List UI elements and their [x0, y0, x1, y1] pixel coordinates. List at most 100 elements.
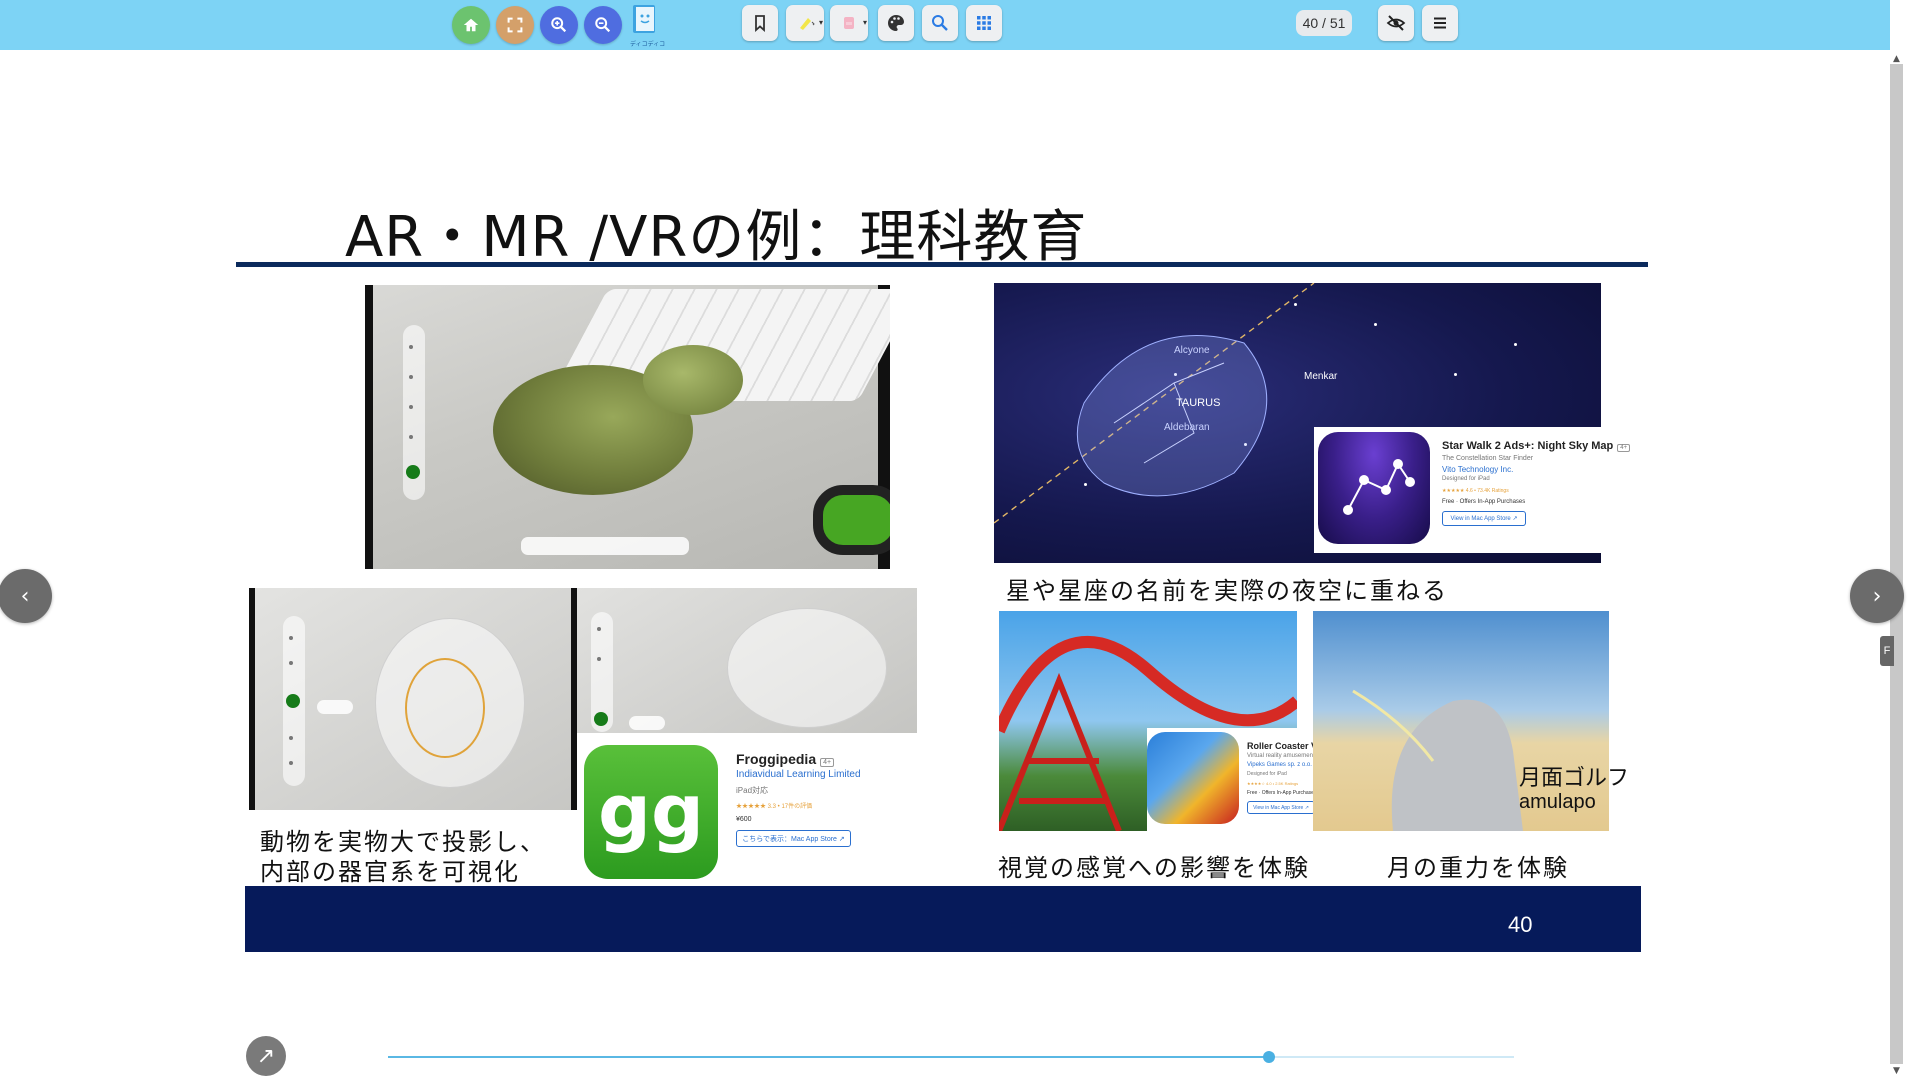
search-icon — [932, 15, 948, 31]
chevron-down-icon: ▾ — [818, 18, 823, 27]
app-logo[interactable]: ディコディコ — [630, 3, 666, 48]
highlighter-icon — [800, 18, 815, 30]
app-name-text: Froggipedia — [736, 751, 817, 767]
slide-footer-band — [245, 886, 1641, 952]
slider-dot — [289, 736, 293, 740]
frog-ar-photo — [365, 285, 890, 569]
layer-slider — [591, 612, 613, 732]
sky-label-taurus: TAURUS — [1176, 397, 1220, 409]
slider-dot — [289, 761, 293, 765]
chevron-left-icon: ‹ — [20, 583, 30, 609]
app-designed-for: Designed for iPad — [1247, 771, 1287, 777]
froggipedia-app-icon: gg — [584, 745, 718, 879]
view-in-app-store-button: View in Mac App Store ↗ — [1247, 801, 1315, 814]
app-price: Free · Offers In-App Purchases — [1247, 790, 1317, 796]
slider-knob — [594, 712, 608, 726]
app-name-text: Star Walk 2 Ads+: Night Sky Map — [1442, 440, 1614, 452]
app-name: Froggipedia 4+ — [736, 751, 835, 767]
thumbnail-grid-button[interactable] — [966, 5, 1002, 41]
side-panel-tab[interactable]: F — [1880, 636, 1894, 666]
home-icon — [463, 18, 479, 32]
zoom-out-icon — [595, 17, 611, 33]
page-counter[interactable]: 40 / 51 — [1296, 10, 1352, 36]
app-developer: Vito Technology Inc. — [1442, 465, 1514, 474]
sky-label-aldebaran: Aldebaran — [1164, 422, 1210, 433]
next-page-button[interactable]: › — [1850, 569, 1904, 623]
app-price: Free · Offers In-App Purchases — [1442, 499, 1526, 505]
slider-dot — [409, 345, 413, 349]
fullscreen-button[interactable] — [496, 6, 534, 44]
app-rating: ★★★★☆ 4.0 • 2.5K Ratings — [1247, 781, 1299, 786]
slider-dot — [597, 627, 601, 631]
caption-moon: 月の重力を体験 — [1387, 854, 1569, 882]
page-progress-fill — [388, 1056, 1269, 1058]
hamburger-menu-icon — [1434, 17, 1446, 29]
bottom-mode-bar — [521, 537, 689, 555]
zoom-out-button[interactable] — [584, 6, 622, 44]
slide-number: 40 — [1508, 912, 1533, 937]
vertical-scrollbar-thumb[interactable] — [1890, 64, 1903, 1064]
app-logo-text: ディコディコ — [630, 41, 666, 48]
eraser-button[interactable]: ▾ — [830, 5, 868, 41]
label-pill — [317, 700, 353, 714]
sky-label-menkar: Menkar — [1304, 371, 1338, 382]
eye-off-icon — [1386, 15, 1406, 31]
slider-dot — [289, 636, 293, 640]
slider-dot — [409, 435, 413, 439]
roller-coaster-app-icon — [1147, 732, 1239, 824]
zoom-in-button[interactable] — [540, 6, 578, 44]
age-rating-badge: 4+ — [820, 758, 835, 767]
frog-nervous-system-view — [249, 588, 577, 810]
menu-button[interactable] — [1422, 5, 1458, 41]
scroll-down-arrow-icon[interactable]: ▼ — [1890, 1064, 1903, 1078]
app-developer: Indiavidual Learning Limited — [736, 769, 861, 780]
book-logo-icon — [633, 5, 655, 33]
slider-knob — [286, 694, 300, 708]
age-rating-badge: 4+ — [1617, 444, 1631, 452]
app-rating: ★★★★★ 4.6 • 73.4K Ratings — [1442, 488, 1509, 494]
expand-button[interactable]: ↗ — [246, 1036, 286, 1076]
star-walk-app-card: Star Walk 2 Ads+: Night Sky Map 4+ The Co… — [1314, 427, 1642, 553]
highlighter-button[interactable]: ▾ — [786, 5, 824, 41]
transparent-frog-image — [727, 608, 887, 728]
layer-slider — [403, 325, 425, 500]
slider-dot — [597, 657, 601, 661]
hide-annotations-button[interactable] — [1378, 5, 1414, 41]
home-button[interactable] — [452, 6, 490, 44]
color-palette-button[interactable] — [878, 5, 914, 41]
moon-golf-title: 月面ゴルフ — [1519, 766, 1630, 791]
app-platform: iPad対応 — [736, 786, 769, 795]
arrow-up-right-icon: ↗ — [256, 1043, 276, 1069]
slider-dot — [289, 661, 293, 665]
app-tagline: The Constellation Star Finder — [1442, 455, 1534, 462]
caption-coaster: 視覚の感覚への影響を体験 — [998, 854, 1310, 882]
app-designed-for: Designed for iPad — [1442, 476, 1490, 482]
app-rating: ★★★★★ 3.3 • 17件の評価 — [736, 804, 813, 810]
search-button[interactable] — [922, 5, 958, 41]
layer-slider — [283, 616, 305, 786]
title-divider — [236, 262, 1648, 267]
bookmark-icon — [755, 15, 765, 32]
slider-dot — [409, 405, 413, 409]
caption-frog-line2: 内部の器官系を可視化 — [260, 858, 520, 886]
chevron-right-icon: › — [1872, 583, 1882, 609]
nerve-lines-image — [405, 658, 485, 758]
slider-dot — [409, 375, 413, 379]
app-name: Star Walk 2 Ads+: Night Sky Map 4+ — [1442, 440, 1631, 452]
zoom-in-icon — [551, 17, 567, 33]
top-toolbar: ディコディコ ▾ ▾ 40 / 51 — [0, 0, 1890, 50]
slide-title: AR・MR /VRの例：理科教育 — [345, 205, 1088, 270]
star-walk-app-icon — [1318, 432, 1430, 544]
view-in-app-store-button: こちらで表示：Mac App Store ↗ — [736, 830, 851, 847]
bookmark-button[interactable] — [742, 5, 778, 41]
froggipedia-app-card: gg Froggipedia 4+ Indiavidual Learning Li… — [579, 733, 917, 881]
view-in-app-store-button: View in Mac App Store ↗ — [1442, 511, 1526, 526]
moon-golf-developer: amulapo — [1519, 791, 1596, 813]
page-progress-thumb[interactable] — [1263, 1051, 1275, 1063]
chevron-down-icon: ▾ — [862, 18, 867, 27]
previous-page-button[interactable]: ‹ — [0, 569, 52, 623]
label-pill — [629, 716, 665, 730]
app-price: ¥600 — [736, 816, 752, 823]
green-object-image — [813, 485, 890, 555]
fullscreen-icon — [507, 17, 523, 33]
